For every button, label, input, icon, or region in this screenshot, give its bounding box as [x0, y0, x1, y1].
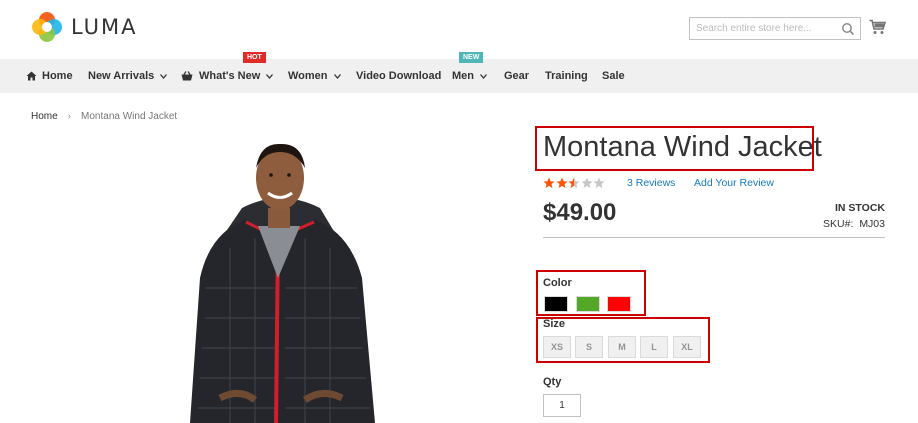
breadcrumb-home-link[interactable]: Home [31, 111, 58, 122]
nav-item-label: Video Download [356, 70, 442, 82]
star-empty-icon [581, 177, 592, 188]
nav-item-label: Women [288, 70, 328, 82]
star-empty-icon [593, 177, 605, 188]
nav-item-label: Sale [602, 70, 625, 82]
color-swatch-red[interactable] [607, 296, 631, 312]
main-navigation: Home New Arrivals What's New HOT Women V… [0, 52, 918, 93]
nav-item-gear[interactable]: Gear [504, 59, 529, 93]
star-filled-icon [556, 177, 567, 188]
chevron-down-icon [266, 73, 274, 79]
nav-item-sale[interactable]: Sale [602, 59, 625, 93]
nav-item-training[interactable]: Training [545, 59, 588, 93]
size-label: Size [543, 318, 566, 330]
site-header: LUMA [0, 0, 918, 59]
color-swatch-green[interactable] [576, 296, 600, 312]
new-badge: NEW [459, 52, 484, 63]
size-option-xs[interactable]: XS [543, 336, 571, 358]
size-option-l[interactable]: L [640, 336, 668, 358]
size-option-s[interactable]: S [575, 336, 603, 358]
add-review-link[interactable]: Add Your Review [694, 177, 774, 189]
nav-item-new-arrivals[interactable]: New Arrivals [88, 59, 168, 93]
search-input[interactable] [690, 18, 830, 39]
star-filled-icon [543, 177, 555, 188]
breadcrumb-current: Montana Wind Jacket [81, 111, 178, 122]
size-option-m[interactable]: M [608, 336, 636, 358]
nav-item-women[interactable]: Women [288, 59, 341, 93]
color-swatch-black[interactable] [544, 296, 568, 312]
nav-item-label: New Arrivals [88, 70, 155, 82]
home-icon [26, 71, 37, 81]
chevron-down-icon [333, 73, 341, 79]
search-box [689, 17, 861, 40]
color-label: Color [543, 277, 572, 289]
nav-item-video-download[interactable]: Video Download [356, 59, 441, 93]
cart-icon[interactable] [869, 19, 886, 35]
qty-input[interactable] [543, 394, 581, 417]
nav-item-label: Home [42, 70, 73, 82]
nav-item-label: What's New [199, 70, 261, 82]
qty-label: Qty [543, 376, 562, 388]
search-icon[interactable] [841, 22, 855, 36]
luma-logo-icon [32, 12, 62, 42]
nav-item-men[interactable]: Men NEW [452, 52, 487, 93]
brand-name: LUMA [71, 15, 138, 39]
store-logo[interactable]: LUMA [31, 11, 138, 43]
chevron-down-icon [160, 73, 168, 79]
nav-item-label: Gear [504, 70, 530, 82]
rating-stars [543, 177, 606, 189]
divider [543, 237, 885, 238]
nav-item-label: Training [545, 70, 588, 82]
reviews-link[interactable]: 3 Reviews [627, 177, 675, 189]
product-image[interactable] [150, 138, 410, 423]
sku-value: MJ03 [859, 218, 885, 230]
sku-label: SKU#: [823, 218, 854, 230]
product-price: $49.00 [543, 199, 617, 226]
star-half-icon [568, 177, 580, 188]
size-option-xl[interactable]: XL [673, 336, 701, 358]
sku-line: SKU#: MJ03 [823, 218, 885, 230]
product-title: Montana Wind Jacket [543, 131, 822, 163]
basket-icon [181, 71, 193, 81]
hot-badge: HOT [243, 52, 266, 63]
chevron-down-icon [480, 73, 487, 79]
breadcrumb-separator: › [67, 111, 72, 122]
stock-status: IN STOCK [835, 202, 885, 214]
nav-item-home[interactable]: Home [26, 59, 73, 93]
nav-item-whats-new[interactable]: What's New HOT [181, 52, 274, 93]
nav-item-label: Men [452, 70, 474, 82]
breadcrumb: Home › Montana Wind Jacket [31, 111, 177, 122]
